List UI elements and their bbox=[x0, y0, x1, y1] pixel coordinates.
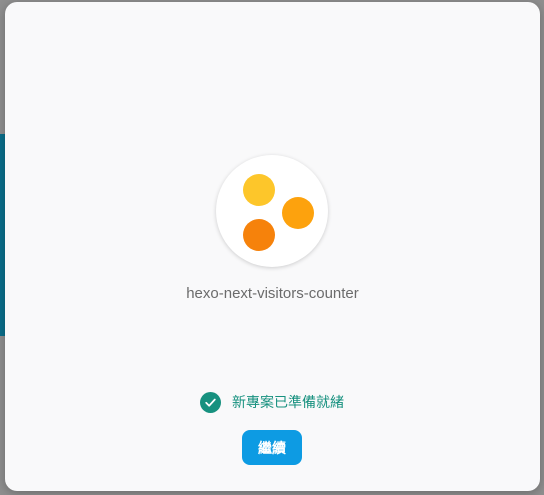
project-logo-icon bbox=[216, 155, 328, 267]
logo-dot-orange-light bbox=[282, 197, 314, 229]
check-circle-icon bbox=[200, 391, 221, 413]
status-message-row: 新專案已準備就緒 bbox=[200, 391, 344, 413]
continue-button[interactable]: 繼續 bbox=[242, 430, 302, 465]
logo-dot-orange-dark bbox=[243, 219, 275, 251]
status-message: 新專案已準備就緒 bbox=[232, 394, 344, 410]
logo-dot-yellow bbox=[243, 174, 275, 206]
project-name: hexo-next-visitors-counter bbox=[186, 285, 359, 302]
project-ready-dialog: hexo-next-visitors-counter 新專案已準備就緒 繼續 bbox=[5, 2, 540, 491]
